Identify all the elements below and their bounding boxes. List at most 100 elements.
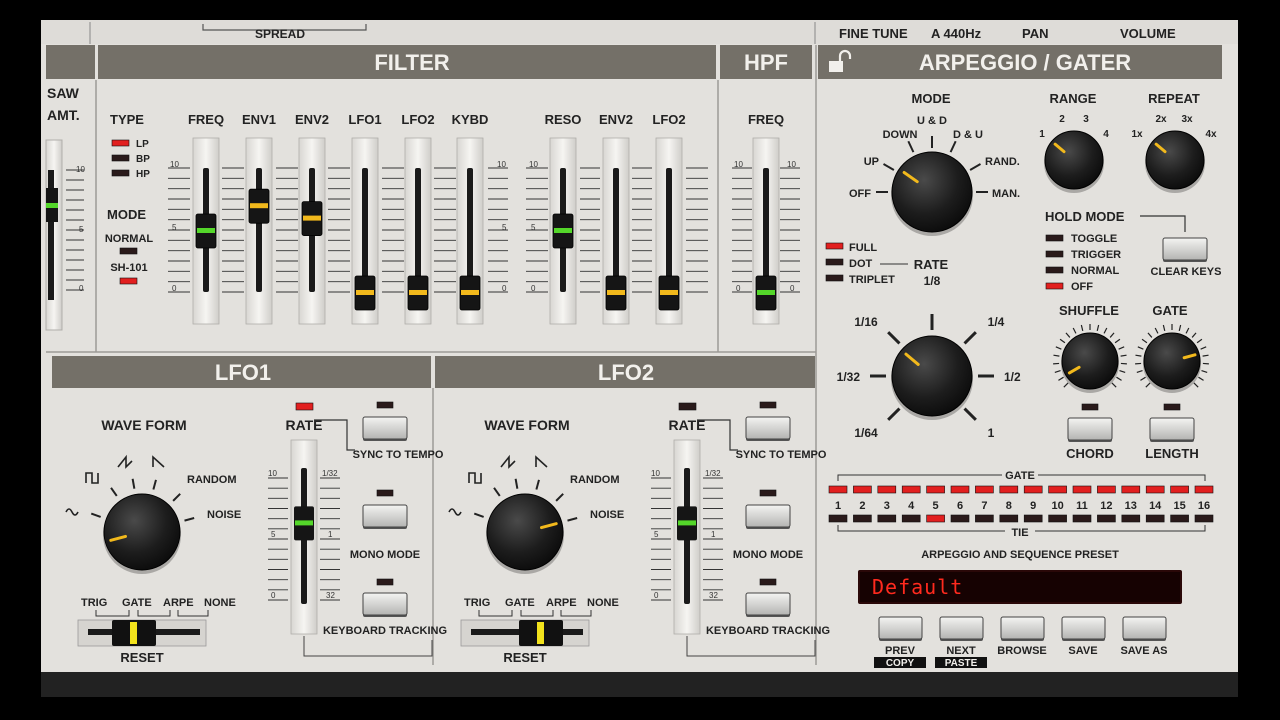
filter-lfo1-slider[interactable]	[351, 137, 379, 325]
arp-gate-knob[interactable]	[1143, 332, 1201, 393]
tie-step-7-led	[975, 514, 994, 523]
preset-browse-button[interactable]	[1000, 616, 1045, 641]
preset-save-as-button[interactable]	[1122, 616, 1167, 641]
filter-mode-label: MODE	[107, 207, 146, 222]
amt-label: AMT.	[47, 107, 80, 123]
hpf-freq-slider[interactable]	[752, 137, 780, 325]
lfo1-mono-button[interactable]	[362, 504, 408, 529]
filter-slider-label-lfo1: LFO1	[348, 112, 381, 127]
arp-mode-opt-1: UP	[864, 156, 879, 168]
step-number-8: 8	[1006, 500, 1012, 512]
chord-button[interactable]	[1067, 417, 1113, 442]
step-number-13: 13	[1125, 500, 1137, 512]
lfo1-random-label: RANDOM	[187, 474, 237, 486]
lfo2-sync-label: SYNC TO TEMPO	[736, 449, 827, 461]
preset-btn-sub-1: PASTE	[945, 658, 978, 669]
lfo2-scale-0: 0	[654, 591, 659, 600]
hpf-scale-min: 0	[736, 284, 741, 293]
lfo2-reset-switch[interactable]	[519, 620, 563, 646]
preset-next-button[interactable]	[939, 616, 984, 641]
saw-label: SAW	[47, 85, 80, 101]
preset-save-button[interactable]	[1061, 616, 1106, 641]
filter-reso-slider[interactable]	[549, 137, 577, 325]
filter-env2-slider-cap-stripe	[303, 215, 321, 221]
lfo1-scale-5: 5	[271, 530, 276, 539]
arp-mode-opt-2: DOWN	[883, 129, 918, 141]
gate-step-10-led	[1048, 485, 1067, 494]
preset-btn-label-1: NEXT	[946, 645, 976, 657]
arp-hold-label: HOLD MODE	[1045, 209, 1125, 224]
lfo1-scale-10: 10	[268, 469, 277, 478]
lfo2-random-label: RANDOM	[570, 474, 620, 486]
clear-keys-button[interactable]	[1162, 237, 1208, 262]
filter-env2-slider[interactable]	[298, 137, 326, 325]
hpf-scale-min-right: 0	[790, 284, 795, 293]
lfo2-rate-slider[interactable]	[677, 506, 697, 541]
arp-hold-opt-toggle: TOGGLE	[1071, 233, 1117, 245]
lfo2-noise-label: NOISE	[590, 509, 624, 521]
lfo2-title: LFO2	[598, 360, 654, 385]
gate-step-16-led	[1194, 485, 1214, 494]
tie-step-11-led	[1072, 514, 1092, 523]
filter-slider-label-kybd: KYBD	[452, 112, 489, 127]
lfo1-reset-opt-trig: TRIG	[81, 597, 107, 609]
lfo2-scale-10: 10	[651, 469, 660, 478]
lfo2-mono-button[interactable]	[745, 504, 791, 529]
svg-text:5: 5	[79, 225, 84, 234]
fine-tune-label: FINE TUNE	[839, 26, 908, 41]
lfo1-scale-1-32: 1/32	[322, 469, 338, 478]
arp-mode-knob[interactable]	[891, 151, 973, 236]
filter-lfo2-slider[interactable]	[404, 137, 432, 325]
filter-slider-label-freq: FREQ	[188, 112, 224, 127]
lfo1-scale-0: 0	[271, 591, 276, 600]
arp-range-opt-0: 1	[1039, 129, 1045, 140]
length-button[interactable]	[1149, 417, 1195, 442]
volume-label: VOLUME	[1120, 26, 1176, 41]
arp-mode-opt-6: MAN.	[992, 188, 1020, 200]
arp-range-knob[interactable]	[1044, 130, 1104, 193]
arp-rate-opt-1: 1/32	[837, 370, 861, 384]
arp-repeat-knob[interactable]	[1145, 130, 1205, 193]
lfo2-scale-1-32: 1/32	[705, 469, 721, 478]
gate-step-3-led	[877, 485, 897, 494]
filter-lfo2-slider[interactable]	[655, 137, 683, 325]
arp-shuffle-knob[interactable]	[1061, 332, 1119, 393]
filter-env2-slider-cap-stripe	[607, 290, 625, 295]
arp-repeat-opt-1: 2x	[1155, 114, 1167, 125]
arp-repeat-opt-0: 1x	[1131, 129, 1143, 140]
lfo2-waveform-knob[interactable]	[486, 493, 564, 574]
lfo1-waveform-label: WAVE FORM	[101, 417, 186, 433]
arp-mode-opt-4: D & U	[953, 129, 983, 141]
tie-step-6-led	[950, 514, 970, 523]
arp-rate-type-triplet: TRIPLET	[849, 274, 895, 286]
arp-rate-label: RATE	[914, 257, 949, 272]
lfo1-sync-led	[376, 401, 394, 409]
filter-mode-sh101-option: SH-101	[110, 262, 147, 274]
lfo1-reset-opt-none: NONE	[204, 597, 236, 609]
pan-label: PAN	[1022, 26, 1048, 41]
gate-step-8-led	[999, 485, 1019, 494]
filter-kybd-slider[interactable]	[456, 137, 484, 325]
arp-rate-type-full: FULL	[849, 242, 877, 254]
spread-label: SPREAD	[255, 27, 305, 41]
filter-freq-slider[interactable]	[192, 137, 220, 325]
lfo1-rate-slider[interactable]	[294, 506, 314, 541]
tie-step-3-led	[877, 514, 897, 523]
filter-env2-slider[interactable]	[602, 137, 630, 325]
filter-env1-slider[interactable]	[245, 137, 273, 325]
gate-step-7-led	[975, 485, 994, 494]
lfo2-sync-led	[759, 401, 777, 409]
lfo2-rate-led	[678, 402, 697, 411]
lfo2-sync-button[interactable]	[745, 416, 791, 441]
lfo1-reset-switch[interactable]	[112, 620, 156, 646]
lfo1-waveform-knob[interactable]	[103, 493, 181, 574]
preset-prev-button[interactable]	[878, 616, 923, 641]
lfo2-kbd-button[interactable]	[745, 592, 791, 617]
arp-rate-knob[interactable]	[891, 335, 973, 420]
lfo1-kbd-button[interactable]	[362, 592, 408, 617]
filter-slider-label-env1: ENV1	[242, 112, 276, 127]
lfo1-sync-button[interactable]	[362, 416, 408, 441]
preset-btn-label-0: PREV	[885, 645, 916, 657]
tie-step-2-led	[853, 514, 872, 523]
arp-gate-label: GATE	[1152, 303, 1187, 318]
